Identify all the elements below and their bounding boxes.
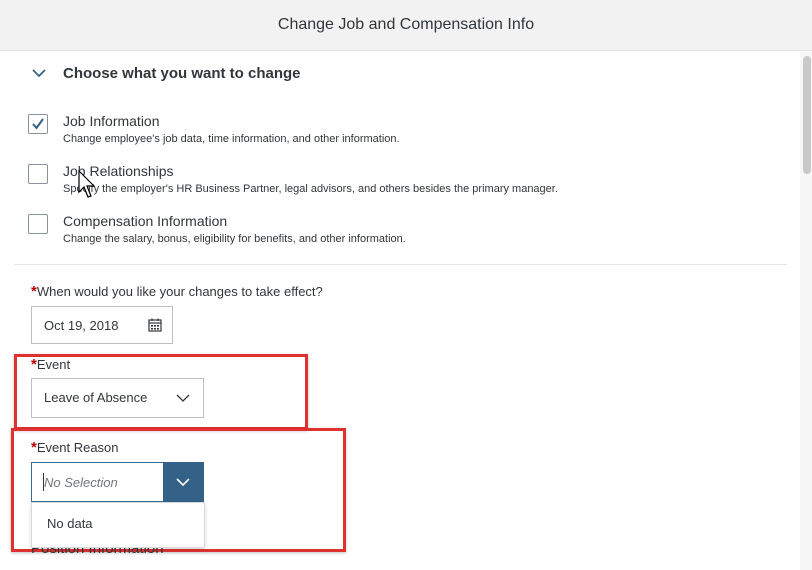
- job-information-checkbox[interactable]: [28, 114, 48, 134]
- scrollbar-thumb[interactable]: [803, 56, 811, 174]
- effective-date-picker[interactable]: Oct 19, 2018: [31, 306, 173, 344]
- text-caret: [43, 473, 44, 491]
- job-information-description: Change employee's job data, time informa…: [63, 133, 400, 145]
- job-relationships-checkbox[interactable]: [28, 164, 48, 184]
- job-relationships-description: Specify the employer's HR Business Partn…: [63, 183, 558, 195]
- job-information-label: Job Information: [63, 113, 160, 129]
- event-reason-input[interactable]: No Selection: [31, 462, 164, 502]
- event-reason-dropdown-list[interactable]: No data: [31, 502, 205, 548]
- event-reason-label: *Event Reason: [31, 439, 119, 456]
- event-select[interactable]: Leave of Absence: [31, 378, 204, 418]
- chevron-down-icon[interactable]: [176, 393, 190, 403]
- compensation-information-checkbox[interactable]: [28, 214, 48, 234]
- compensation-information-description: Change the salary, bonus, eligibility fo…: [63, 233, 406, 245]
- divider: [14, 264, 787, 265]
- compensation-information-label: Compensation Information: [63, 213, 228, 229]
- section-title: Choose what you want to change: [63, 64, 301, 82]
- event-reason-placeholder: No Selection: [44, 475, 118, 490]
- chevron-down-icon: [176, 478, 190, 487]
- dropdown-item-no-data: No data: [47, 516, 93, 531]
- effective-date-label-text: When would you like your changes to take…: [36, 284, 323, 299]
- event-label-text: Event: [36, 357, 71, 372]
- dialog-header: Change Job and Compensation Info: [0, 0, 812, 51]
- event-reason-label-text: Event Reason: [36, 440, 119, 455]
- event-value: Leave of Absence: [44, 390, 148, 405]
- checkmark-icon: [32, 118, 44, 130]
- chevron-down-icon[interactable]: [30, 64, 48, 82]
- event-label: *Event: [31, 356, 70, 373]
- mouse-cursor-icon: [78, 170, 96, 198]
- calendar-icon[interactable]: [148, 318, 162, 332]
- effective-date-value: Oct 19, 2018: [44, 318, 119, 333]
- event-reason-dropdown-button[interactable]: [163, 462, 204, 502]
- section-header[interactable]: Choose what you want to change: [30, 64, 301, 82]
- dialog-title: Change Job and Compensation Info: [277, 16, 535, 33]
- effective-date-label: *When would you like your changes to tak…: [31, 283, 323, 300]
